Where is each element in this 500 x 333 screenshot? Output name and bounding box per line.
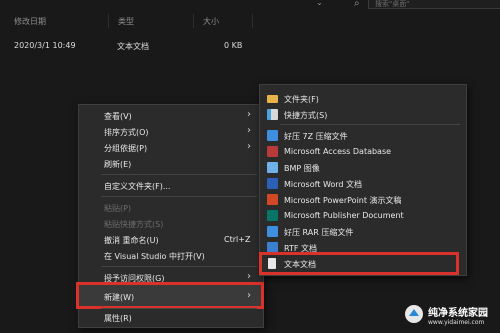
file-date: 2020/3/1 10:49 (14, 41, 76, 50)
file-type: 文本文档 (117, 42, 149, 51)
menu-item-undo-rename[interactable]: 撤消 重命名(U) Ctrl+Z (79, 231, 263, 248)
chevron-right-icon: › (247, 271, 251, 282)
menu-item-sort-by[interactable]: 排序方式(O) › (79, 123, 263, 140)
context-menu: 查看(V) › 排序方式(O) › 分组依据(P) › 刷新(E) 自定义文件夹… (76, 104, 264, 328)
menu-item-label: 属性(R) (104, 314, 132, 323)
menu-item-give-access[interactable]: 授予访问权限(G) › (79, 269, 263, 286)
menu-item-label: 授予访问权限(G) (104, 274, 165, 283)
submenu-item-label: Microsoft Word 文档 (284, 180, 363, 189)
menu-item-refresh[interactable]: 刷新(E) (79, 155, 263, 172)
chevron-right-icon: › (247, 290, 251, 301)
word-icon (267, 178, 278, 189)
powerpoint-icon (267, 194, 278, 205)
column-header-date[interactable]: 修改日期 (14, 16, 46, 27)
column-header-type[interactable]: 类型 (118, 16, 134, 27)
watermark-logo-icon (405, 305, 423, 323)
rtf-icon (267, 242, 278, 253)
haozip-icon (267, 130, 278, 141)
file-size: 0 KB (224, 41, 243, 50)
menu-item-label: 排序方式(O) (104, 128, 149, 137)
watermark-title: 纯净系统家园 (428, 308, 488, 319)
submenu-item-rtf[interactable]: RTF 文档 (260, 239, 466, 256)
menu-item-new[interactable]: 新建(W) › (76, 282, 264, 309)
column-divider[interactable] (193, 14, 194, 28)
menu-divider (101, 174, 257, 175)
menu-item-view[interactable]: 查看(V) › (79, 107, 263, 124)
submenu-item-powerpoint[interactable]: Microsoft PowerPoint 演示文稿 (260, 191, 466, 208)
menu-divider (280, 124, 460, 125)
watermark-url: www.yidaimei.com (428, 319, 485, 326)
file-row[interactable]: 2020/3/1 10:49 文本文档 0 KB (0, 41, 500, 53)
menu-item-label: 刷新(E) (104, 160, 132, 169)
chevron-down-icon[interactable]: ⌄ (316, 0, 323, 7)
submenu-item-shortcut[interactable]: 快捷方式(S) (260, 106, 466, 123)
column-divider[interactable] (252, 14, 253, 28)
submenu-item-text-document[interactable]: 文本文档 (259, 252, 459, 275)
submenu-item-label: Microsoft Access Database (284, 147, 392, 156)
new-submenu: 文件夹(F) 快捷方式(S) 好压 7Z 压缩文件 Microsoft Acce… (259, 84, 467, 276)
menu-item-label: 粘贴快捷方式(S) (104, 220, 164, 229)
chevron-right-icon: › (247, 141, 251, 152)
submenu-item-label: Microsoft Publisher Document (284, 211, 404, 220)
menu-item-label: 自定义文件夹(F)... (104, 182, 171, 191)
folder-icon (267, 95, 278, 103)
explorer-header: ⌄ ⌕ 搜索"桌面" 修改日期 类型 大小 (0, 0, 500, 28)
menu-item-paste: 粘贴(P) (79, 199, 263, 216)
watermark: 纯净系统家园 www.yidaimei.com (404, 298, 500, 333)
menu-item-label: 分组依据(P) (104, 144, 148, 153)
submenu-item-label: 好压 7Z 压缩文件 (284, 132, 348, 141)
chevron-right-icon: › (247, 125, 251, 136)
menu-item-paste-shortcut: 粘贴快捷方式(S) (79, 215, 263, 232)
search-input[interactable]: 搜索"桌面" (368, 0, 500, 9)
menu-item-properties[interactable]: 属性(R) (79, 309, 263, 326)
publisher-icon (267, 210, 278, 221)
menu-item-customize-folder[interactable]: 自定义文件夹(F)... (79, 177, 263, 194)
menu-item-label: 撤消 重命名(U) (104, 236, 159, 245)
submenu-item-label: RTF 文档 (284, 244, 318, 253)
submenu-item-bmp[interactable]: BMP 图像 (260, 159, 466, 176)
haozip-rar-icon (267, 226, 278, 237)
shortcut-label: Ctrl+Z (224, 235, 251, 244)
submenu-item-access[interactable]: Microsoft Access Database (260, 143, 466, 160)
submenu-item-label: 快捷方式(S) (284, 111, 328, 120)
submenu-item-publisher[interactable]: Microsoft Publisher Document (260, 207, 466, 224)
menu-divider (101, 266, 257, 267)
submenu-item-label: BMP 图像 (284, 164, 320, 173)
search-icon[interactable]: ⌕ (354, 0, 360, 9)
menu-divider (101, 196, 257, 197)
menu-item-label: 新建(W) (104, 293, 135, 302)
submenu-item-label: 好压 RAR 压缩文件 (284, 228, 354, 237)
bmp-icon (267, 162, 278, 173)
submenu-item-haozip-rar[interactable]: 好压 RAR 压缩文件 (260, 223, 466, 240)
column-header-size[interactable]: 大小 (203, 16, 219, 27)
submenu-item-haozip-7z[interactable]: 好压 7Z 压缩文件 (260, 127, 466, 144)
submenu-item-label: 文本文档 (284, 260, 316, 269)
submenu-item-folder[interactable]: 文件夹(F) (260, 90, 466, 107)
text-file-icon (268, 258, 276, 269)
menu-item-label: 在 Visual Studio 中打开(V) (104, 252, 205, 261)
column-divider[interactable] (108, 14, 109, 28)
submenu-item-label: 文件夹(F) (284, 95, 319, 104)
access-icon (267, 146, 278, 157)
menu-item-open-in-visual-studio[interactable]: 在 Visual Studio 中打开(V) (79, 247, 263, 264)
menu-item-group-by[interactable]: 分组依据(P) › (79, 139, 263, 156)
menu-item-label: 查看(V) (104, 112, 132, 121)
submenu-item-label: Microsoft PowerPoint 演示文稿 (284, 196, 402, 205)
shortcut-icon (267, 109, 278, 120)
menu-item-label: 粘贴(P) (104, 204, 132, 213)
submenu-item-word[interactable]: Microsoft Word 文档 (260, 175, 466, 192)
chevron-right-icon: › (247, 109, 251, 120)
